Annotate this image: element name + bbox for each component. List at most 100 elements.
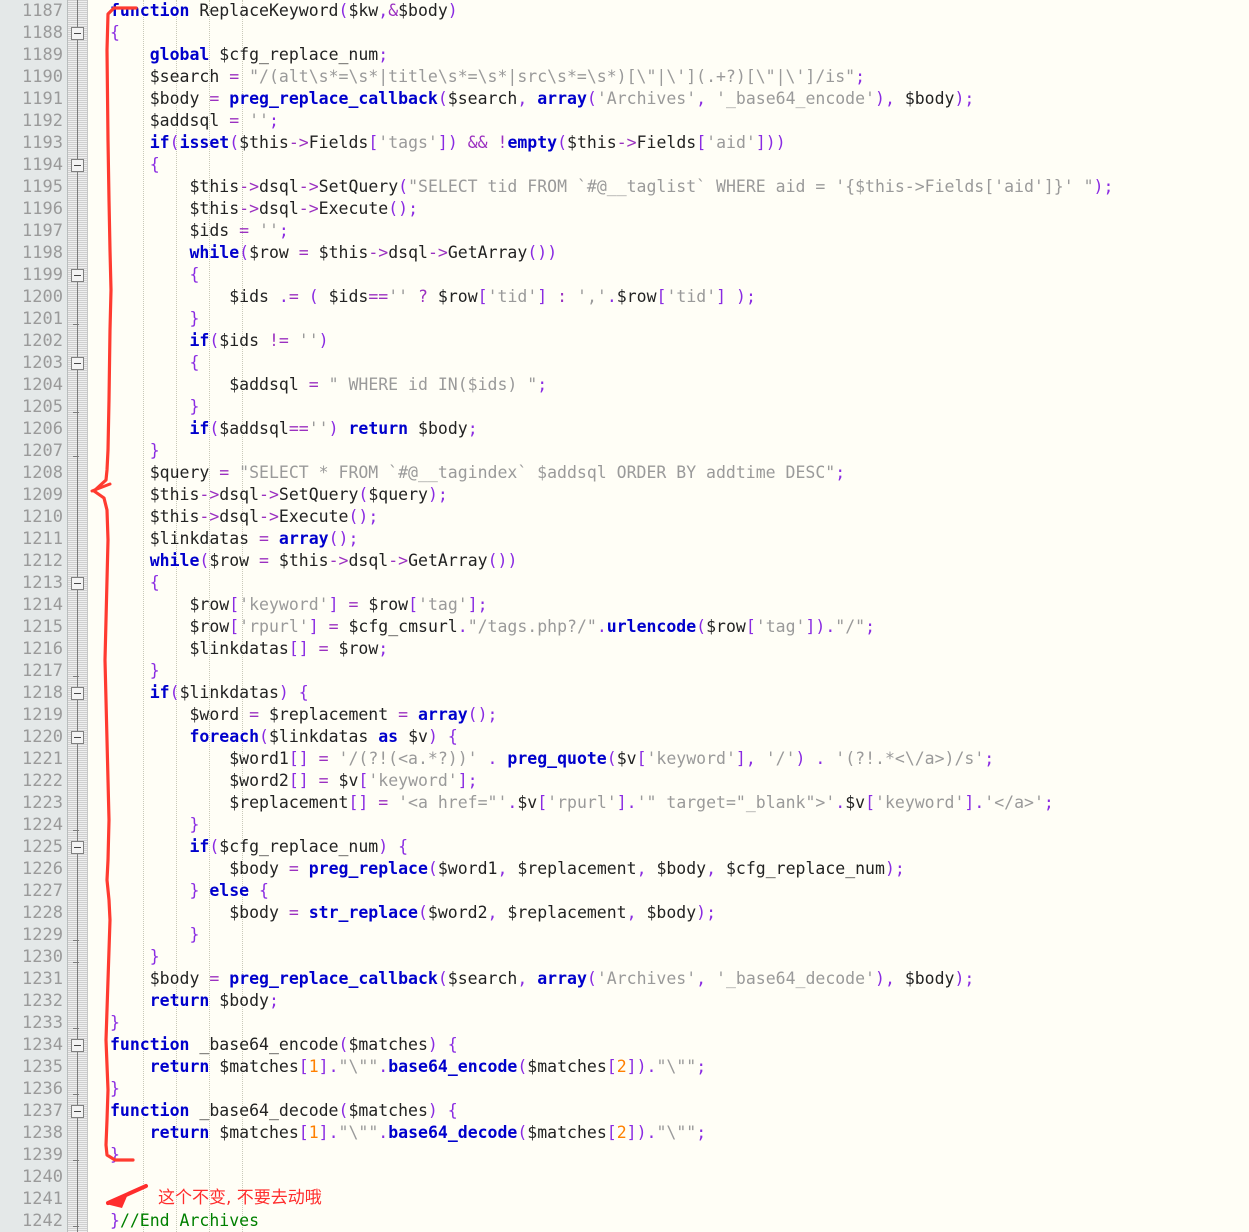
code-line[interactable]: while($row = $this->dsql->GetArray()): [110, 550, 1113, 572]
line-number: 1228: [0, 902, 63, 924]
fold-toggle-icon[interactable]: [71, 841, 84, 854]
code-line[interactable]: return $matches[1]."\"".base64_encode($m…: [110, 1056, 1113, 1078]
line-number: 1239: [0, 1144, 63, 1166]
fold-toggle-icon[interactable]: [71, 269, 84, 282]
code-line[interactable]: {: [110, 22, 1113, 44]
line-number: 1200: [0, 286, 63, 308]
code-line[interactable]: if($addsql=='') return $body;: [110, 418, 1113, 440]
line-number: 1205: [0, 396, 63, 418]
line-number: 1215: [0, 616, 63, 638]
code-line[interactable]: while($row = $this->dsql->GetArray()): [110, 242, 1113, 264]
code-line[interactable]: function _base64_decode($matches) {: [110, 1100, 1113, 1122]
code-line[interactable]: $linkdatas[] = $row;: [110, 638, 1113, 660]
fold-toggle-icon[interactable]: [71, 27, 84, 40]
code-line[interactable]: [110, 1166, 1113, 1188]
line-number: 1211: [0, 528, 63, 550]
code-line[interactable]: {: [110, 572, 1113, 594]
code-line[interactable]: {: [110, 352, 1113, 374]
line-number: 1224: [0, 814, 63, 836]
fold-toggle-icon[interactable]: [71, 687, 84, 700]
line-number: 1202: [0, 330, 63, 352]
line-number-gutter: 1187118811891190119111921193119411951196…: [0, 0, 68, 1232]
line-number: 1203: [0, 352, 63, 374]
line-number: 1204: [0, 374, 63, 396]
code-line[interactable]: $this->dsql->SetQuery($query);: [110, 484, 1113, 506]
code-line[interactable]: }: [110, 660, 1113, 682]
code-line[interactable]: if($linkdatas) {: [110, 682, 1113, 704]
fold-toggle-icon[interactable]: [71, 1039, 84, 1052]
code-line[interactable]: $body = preg_replace_callback($search, a…: [110, 968, 1113, 990]
code-line[interactable]: $row['keyword'] = $row['tag'];: [110, 594, 1113, 616]
fold-end-tick: [73, 412, 79, 413]
code-line[interactable]: }: [110, 924, 1113, 946]
code-line[interactable]: }: [110, 308, 1113, 330]
code-line[interactable]: $body = preg_replace($word1, $replacemen…: [110, 858, 1113, 880]
code-line[interactable]: $word2[] = $v['keyword'];: [110, 770, 1113, 792]
code-line[interactable]: $addsql = " WHERE id IN($ids) ";: [110, 374, 1113, 396]
line-number: 1227: [0, 880, 63, 902]
fold-toggle-icon[interactable]: [71, 1105, 84, 1118]
code-line[interactable]: }: [110, 396, 1113, 418]
code-line[interactable]: }: [110, 1144, 1113, 1166]
code-line[interactable]: $this->dsql->Execute();: [110, 198, 1113, 220]
code-line[interactable]: $row['rpurl'] = $cfg_cmsurl."/tags.php?/…: [110, 616, 1113, 638]
line-number: 1193: [0, 132, 63, 154]
fold-toggle-icon[interactable]: [71, 357, 84, 370]
code-line[interactable]: }: [110, 814, 1113, 836]
fold-toggle-icon[interactable]: [71, 731, 84, 744]
source-code[interactable]: function ReplaceKeyword($kw,&$body){ glo…: [88, 0, 1113, 1232]
fold-end-tick: [73, 1094, 79, 1095]
code-line[interactable]: $body = preg_replace_callback($search, a…: [110, 88, 1113, 110]
code-folding-column[interactable]: [68, 0, 88, 1232]
line-number: 1221: [0, 748, 63, 770]
code-editor[interactable]: 1187118811891190119111921193119411951196…: [0, 0, 1249, 1232]
fold-end-tick: [73, 456, 79, 457]
code-line[interactable]: $addsql = '';: [110, 110, 1113, 132]
code-line[interactable]: $word1[] = '/(?!(<a.*?))' . preg_quote($…: [110, 748, 1113, 770]
code-line[interactable]: $search = "/(alt\s*=\s*|title\s*=\s*|src…: [110, 66, 1113, 88]
line-number: 1191: [0, 88, 63, 110]
code-line[interactable]: function ReplaceKeyword($kw,&$body): [110, 0, 1113, 22]
code-line[interactable]: $linkdatas = array();: [110, 528, 1113, 550]
code-line[interactable]: [110, 1188, 1113, 1210]
code-text-area[interactable]: function ReplaceKeyword($kw,&$body){ glo…: [88, 0, 1249, 1232]
code-line[interactable]: return $body;: [110, 990, 1113, 1012]
code-line[interactable]: }: [110, 440, 1113, 462]
line-number: 1209: [0, 484, 63, 506]
line-number: 1213: [0, 572, 63, 594]
line-number: 1236: [0, 1078, 63, 1100]
code-line[interactable]: $word = $replacement = array();: [110, 704, 1113, 726]
code-line[interactable]: $replacement[] = '<a href="'.$v['rpurl']…: [110, 792, 1113, 814]
code-line[interactable]: } else {: [110, 880, 1113, 902]
line-number: 1214: [0, 594, 63, 616]
code-line[interactable]: foreach($linkdatas as $v) {: [110, 726, 1113, 748]
line-number: 1196: [0, 198, 63, 220]
code-line[interactable]: if($ids != ''): [110, 330, 1113, 352]
line-number: 1233: [0, 1012, 63, 1034]
line-number: 1240: [0, 1166, 63, 1188]
code-line[interactable]: {: [110, 154, 1113, 176]
line-number: 1238: [0, 1122, 63, 1144]
line-number: 1237: [0, 1100, 63, 1122]
code-line[interactable]: return $matches[1]."\"".base64_decode($m…: [110, 1122, 1113, 1144]
code-line[interactable]: $this->dsql->SetQuery("SELECT tid FROM `…: [110, 176, 1113, 198]
code-line[interactable]: }: [110, 946, 1113, 968]
code-line[interactable]: $this->dsql->Execute();: [110, 506, 1113, 528]
line-number: 1222: [0, 770, 63, 792]
code-line[interactable]: global $cfg_replace_num;: [110, 44, 1113, 66]
code-line[interactable]: $query = "SELECT * FROM `#@__tagindex` $…: [110, 462, 1113, 484]
line-number: 1230: [0, 946, 63, 968]
code-line[interactable]: }: [110, 1078, 1113, 1100]
fold-toggle-icon[interactable]: [71, 577, 84, 590]
line-number: 1188: [0, 22, 63, 44]
code-line[interactable]: }: [110, 1012, 1113, 1034]
code-line[interactable]: $ids = '';: [110, 220, 1113, 242]
code-line[interactable]: if(isset($this->Fields['tags']) && !empt…: [110, 132, 1113, 154]
code-line[interactable]: $body = str_replace($word2, $replacement…: [110, 902, 1113, 924]
fold-toggle-icon[interactable]: [71, 159, 84, 172]
code-line[interactable]: $ids .= ( $ids=='' ? $row['tid'] : ','.$…: [110, 286, 1113, 308]
code-line[interactable]: {: [110, 264, 1113, 286]
code-line[interactable]: function _base64_encode($matches) {: [110, 1034, 1113, 1056]
code-line[interactable]: if($cfg_replace_num) {: [110, 836, 1113, 858]
code-line[interactable]: }//End Archives: [110, 1210, 1113, 1232]
